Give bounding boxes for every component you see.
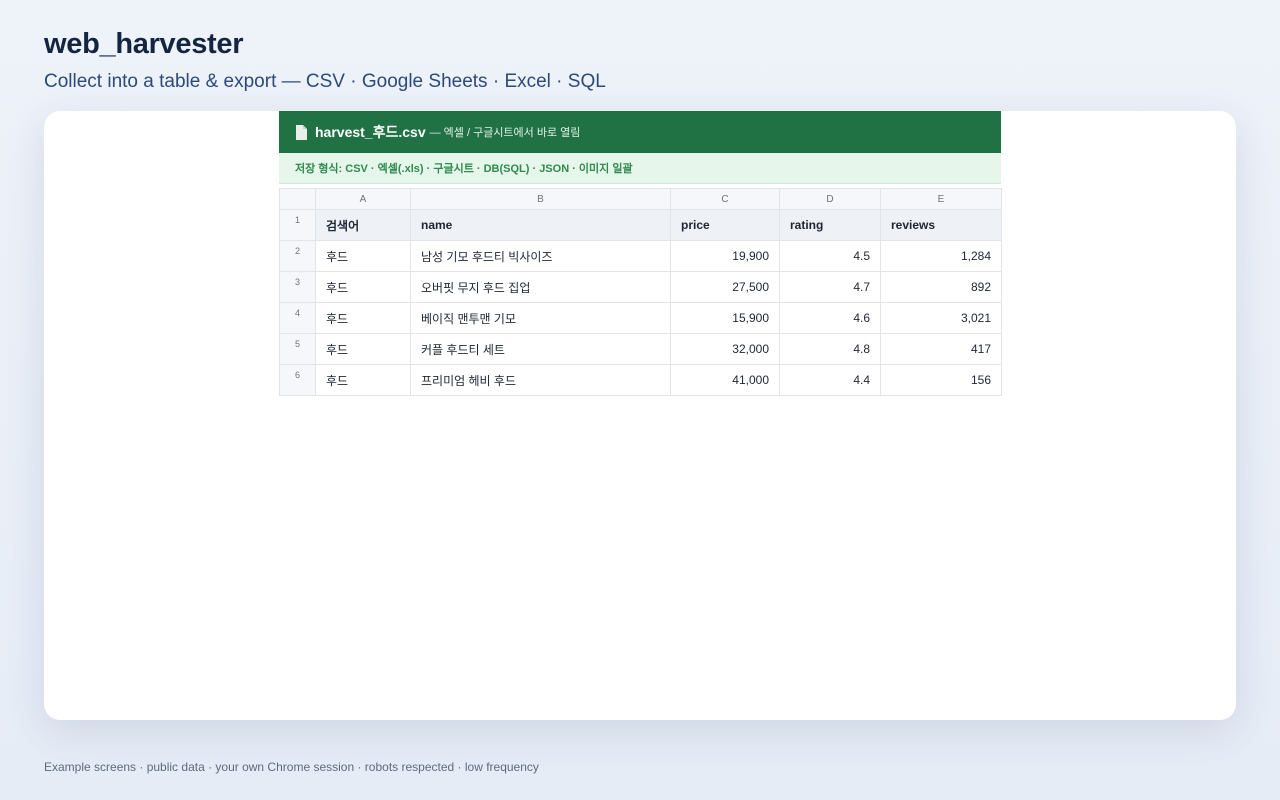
corner-cell	[279, 188, 316, 210]
column-letter[interactable]: C	[670, 188, 780, 210]
page-subtitle: Collect into a table & export — CSV · Go…	[44, 71, 606, 92]
row-number[interactable]: 2	[279, 240, 316, 272]
sheet-header: harvest_후드.csv — 엑셀 / 구글시트에서 바로 열림	[279, 111, 1001, 153]
cell-query[interactable]: 후드	[315, 302, 411, 334]
cell-name[interactable]: 커플 후드티 세트	[410, 333, 671, 365]
header-cell-query[interactable]: 검색어	[315, 209, 411, 241]
row-number[interactable]: 1	[279, 209, 316, 241]
cell-rating[interactable]: 4.4	[779, 364, 881, 396]
preview-card: harvest_후드.csv — 엑셀 / 구글시트에서 바로 열림 저장 형식…	[44, 111, 1236, 720]
column-letter[interactable]: A	[315, 188, 411, 210]
cell-query[interactable]: 후드	[315, 364, 411, 396]
cell-name[interactable]: 오버핏 무지 후드 집업	[410, 271, 671, 303]
header-row: 1 검색어 name price rating reviews	[279, 209, 1002, 241]
header-cell-rating[interactable]: rating	[779, 209, 881, 241]
file-icon	[295, 124, 307, 140]
table-row: 3 후드 오버핏 무지 후드 집업 27,500 4.7 892	[279, 271, 1002, 303]
footer-note: Example screens · public data · your own…	[44, 760, 539, 774]
cell-query[interactable]: 후드	[315, 240, 411, 272]
row-number[interactable]: 3	[279, 271, 316, 303]
header-cell-name[interactable]: name	[410, 209, 671, 241]
table-row: 2 후드 남성 기모 후드티 빅사이즈 19,900 4.5 1,284	[279, 240, 1002, 272]
spreadsheet-grid: A B C D E 1 검색어 name price rating review…	[279, 188, 1002, 396]
cell-rating[interactable]: 4.5	[779, 240, 881, 272]
cell-reviews[interactable]: 156	[880, 364, 1002, 396]
cell-price[interactable]: 15,900	[670, 302, 780, 334]
header-cell-price[interactable]: price	[670, 209, 780, 241]
column-letter-row: A B C D E	[279, 188, 1002, 210]
table-row: 5 후드 커플 후드티 세트 32,000 4.8 417	[279, 333, 1002, 365]
row-number[interactable]: 6	[279, 364, 316, 396]
row-number[interactable]: 4	[279, 302, 316, 334]
cell-price[interactable]: 27,500	[670, 271, 780, 303]
header-cell-reviews[interactable]: reviews	[880, 209, 1002, 241]
cell-rating[interactable]: 4.7	[779, 271, 881, 303]
file-hint: — 엑셀 / 구글시트에서 바로 열림	[429, 127, 581, 139]
cell-reviews[interactable]: 3,021	[880, 302, 1002, 334]
cell-name[interactable]: 프리미엄 헤비 후드	[410, 364, 671, 396]
table-row: 6 후드 프리미엄 헤비 후드 41,000 4.4 156	[279, 364, 1002, 396]
file-name: harvest_후드.csv	[315, 124, 426, 140]
cell-price[interactable]: 41,000	[670, 364, 780, 396]
cell-query[interactable]: 후드	[315, 271, 411, 303]
cell-price[interactable]: 19,900	[670, 240, 780, 272]
cell-reviews[interactable]: 1,284	[880, 240, 1002, 272]
row-number[interactable]: 5	[279, 333, 316, 365]
column-letter[interactable]: D	[779, 188, 881, 210]
table-row: 4 후드 베이직 맨투맨 기모 15,900 4.6 3,021	[279, 302, 1002, 334]
cell-rating[interactable]: 4.6	[779, 302, 881, 334]
spreadsheet-preview: harvest_후드.csv — 엑셀 / 구글시트에서 바로 열림 저장 형식…	[279, 111, 1002, 396]
cell-price[interactable]: 32,000	[670, 333, 780, 365]
export-formats: 저장 형식: CSV · 엑셀(.xls) · 구글시트 · DB(SQL) ·…	[279, 153, 1001, 184]
cell-reviews[interactable]: 892	[880, 271, 1002, 303]
cell-name[interactable]: 베이직 맨투맨 기모	[410, 302, 671, 334]
page-title: web_harvester	[44, 28, 244, 60]
column-letter[interactable]: E	[880, 188, 1002, 210]
cell-name[interactable]: 남성 기모 후드티 빅사이즈	[410, 240, 671, 272]
cell-reviews[interactable]: 417	[880, 333, 1002, 365]
column-letter[interactable]: B	[410, 188, 671, 210]
cell-query[interactable]: 후드	[315, 333, 411, 365]
cell-rating[interactable]: 4.8	[779, 333, 881, 365]
